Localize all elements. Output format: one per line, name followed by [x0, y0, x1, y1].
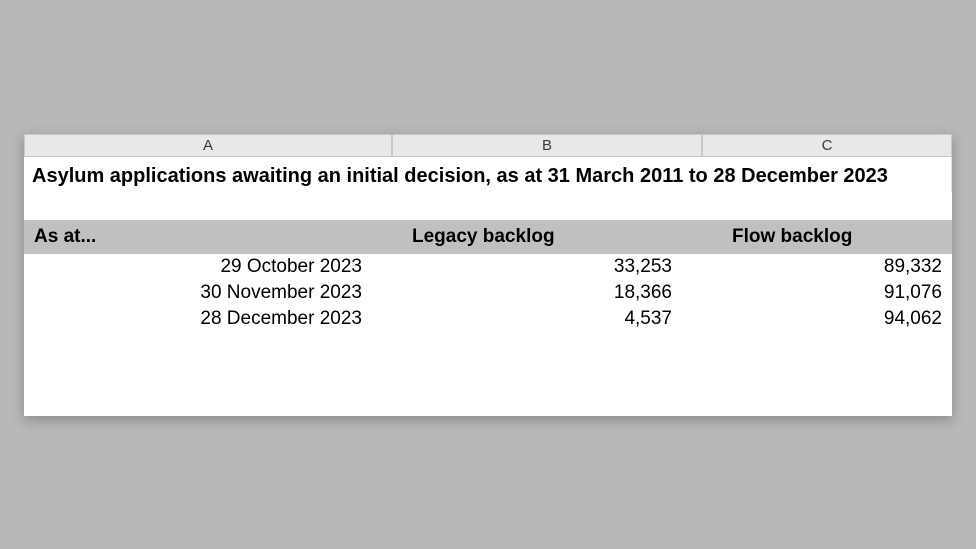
empty-row[interactable] — [24, 192, 952, 220]
table-row: 30 November 2023 18,366 91,076 — [24, 280, 952, 306]
table-row: 29 October 2023 33,253 89,332 — [24, 254, 952, 280]
column-header-b[interactable]: B — [392, 134, 702, 157]
column-header-row: A B C — [24, 134, 952, 157]
cell-legacy[interactable]: 4,537 — [392, 306, 702, 332]
subheader-legacy-backlog[interactable]: Legacy backlog — [392, 220, 702, 254]
spreadsheet-container: A B C Asylum applications awaiting an in… — [24, 134, 952, 416]
cell-flow[interactable]: 91,076 — [702, 280, 952, 306]
sub-header-row: As at... Legacy backlog Flow backlog — [24, 220, 952, 254]
cell-date[interactable]: 29 October 2023 — [24, 254, 392, 280]
cell-legacy[interactable]: 18,366 — [392, 280, 702, 306]
cell-date[interactable]: 28 December 2023 — [24, 306, 392, 332]
title-cell[interactable]: Asylum applications awaiting an initial … — [24, 157, 952, 192]
data-area: 29 October 2023 33,253 89,332 30 Novembe… — [24, 254, 952, 416]
cell-flow[interactable]: 89,332 — [702, 254, 952, 280]
column-header-c[interactable]: C — [702, 134, 952, 157]
cell-legacy[interactable]: 33,253 — [392, 254, 702, 280]
column-header-a[interactable]: A — [24, 134, 392, 157]
table-row: 28 December 2023 4,537 94,062 — [24, 306, 952, 332]
subheader-flow-backlog[interactable]: Flow backlog — [702, 220, 952, 254]
cell-flow[interactable]: 94,062 — [702, 306, 952, 332]
subheader-as-at[interactable]: As at... — [24, 220, 392, 254]
cell-date[interactable]: 30 November 2023 — [24, 280, 392, 306]
